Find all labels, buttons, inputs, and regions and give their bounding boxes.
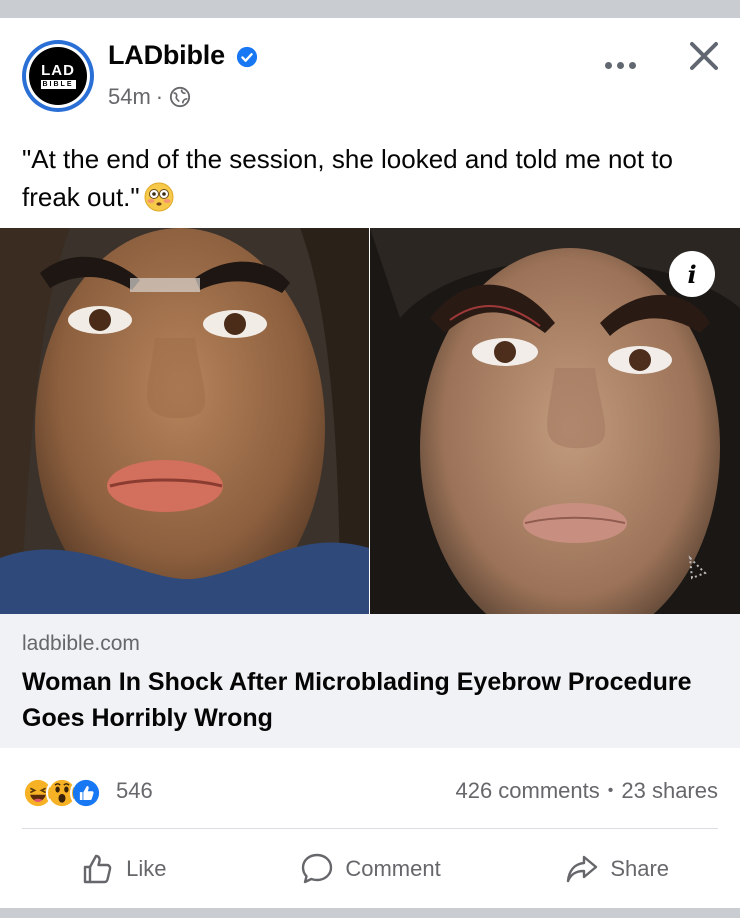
share-button[interactable]: Share bbox=[493, 830, 740, 908]
like-label: Like bbox=[126, 856, 167, 881]
before-photo bbox=[0, 228, 369, 614]
shares-count[interactable]: 23 shares bbox=[621, 778, 718, 804]
logo-bottom-text: BIBLE bbox=[40, 79, 76, 89]
post-card: LAD BIBLE LADbible 54m · "At the end of … bbox=[0, 18, 740, 908]
comment-bubble-icon bbox=[302, 853, 333, 884]
more-dot-icon bbox=[628, 61, 636, 69]
comment-label: Comment bbox=[345, 856, 441, 881]
ad-info-button[interactable]: i bbox=[669, 251, 715, 297]
link-headline: Woman In Shock After Microblading Eyebro… bbox=[22, 668, 692, 732]
stats-separator: • bbox=[607, 782, 614, 799]
post-image[interactable] bbox=[0, 228, 740, 614]
ladbible-logo: LAD BIBLE bbox=[29, 47, 87, 105]
post-header: LAD BIBLE LADbible 54m · bbox=[0, 18, 740, 128]
link-domain: ladbible.com bbox=[22, 632, 140, 655]
page-avatar[interactable]: LAD BIBLE bbox=[22, 40, 94, 112]
globe-icon bbox=[170, 86, 191, 108]
share-arrow-icon bbox=[567, 855, 598, 883]
more-dot-icon bbox=[616, 61, 624, 69]
before-face-illustration bbox=[0, 228, 369, 614]
page-name[interactable]: LADbible bbox=[108, 40, 225, 71]
reaction-count[interactable]: 546 bbox=[116, 778, 153, 804]
flushed-face-icon bbox=[144, 182, 174, 212]
verified-badge-icon bbox=[236, 46, 258, 68]
post-message: "At the end of the session, she looked a… bbox=[22, 140, 722, 216]
post-meta: 54m · bbox=[108, 84, 191, 110]
reaction-icons[interactable] bbox=[22, 775, 102, 811]
link-preview[interactable]: ladbible.com Woman In Shock After Microb… bbox=[0, 614, 740, 748]
comments-count[interactable]: 426 comments bbox=[455, 778, 599, 804]
close-icon[interactable] bbox=[686, 38, 722, 74]
engagement-stats: 426 comments • 23 shares bbox=[455, 778, 718, 804]
like-button[interactable]: Like bbox=[0, 830, 247, 908]
thumbs-up-icon bbox=[83, 854, 112, 884]
action-bar: Like Comment Share bbox=[0, 830, 740, 908]
share-label: Share bbox=[610, 856, 670, 881]
meta-separator: · bbox=[155, 84, 164, 109]
divider bbox=[22, 828, 718, 829]
more-dot-icon bbox=[604, 61, 612, 69]
post-message-text: "At the end of the session, she looked a… bbox=[22, 144, 673, 212]
like-reaction-icon bbox=[70, 777, 102, 809]
comment-button[interactable]: Comment bbox=[247, 830, 494, 908]
more-options-button[interactable] bbox=[600, 50, 640, 80]
post-timestamp[interactable]: 54m bbox=[108, 84, 151, 110]
logo-top-text: LAD bbox=[41, 61, 75, 79]
info-icon: i bbox=[687, 259, 697, 289]
